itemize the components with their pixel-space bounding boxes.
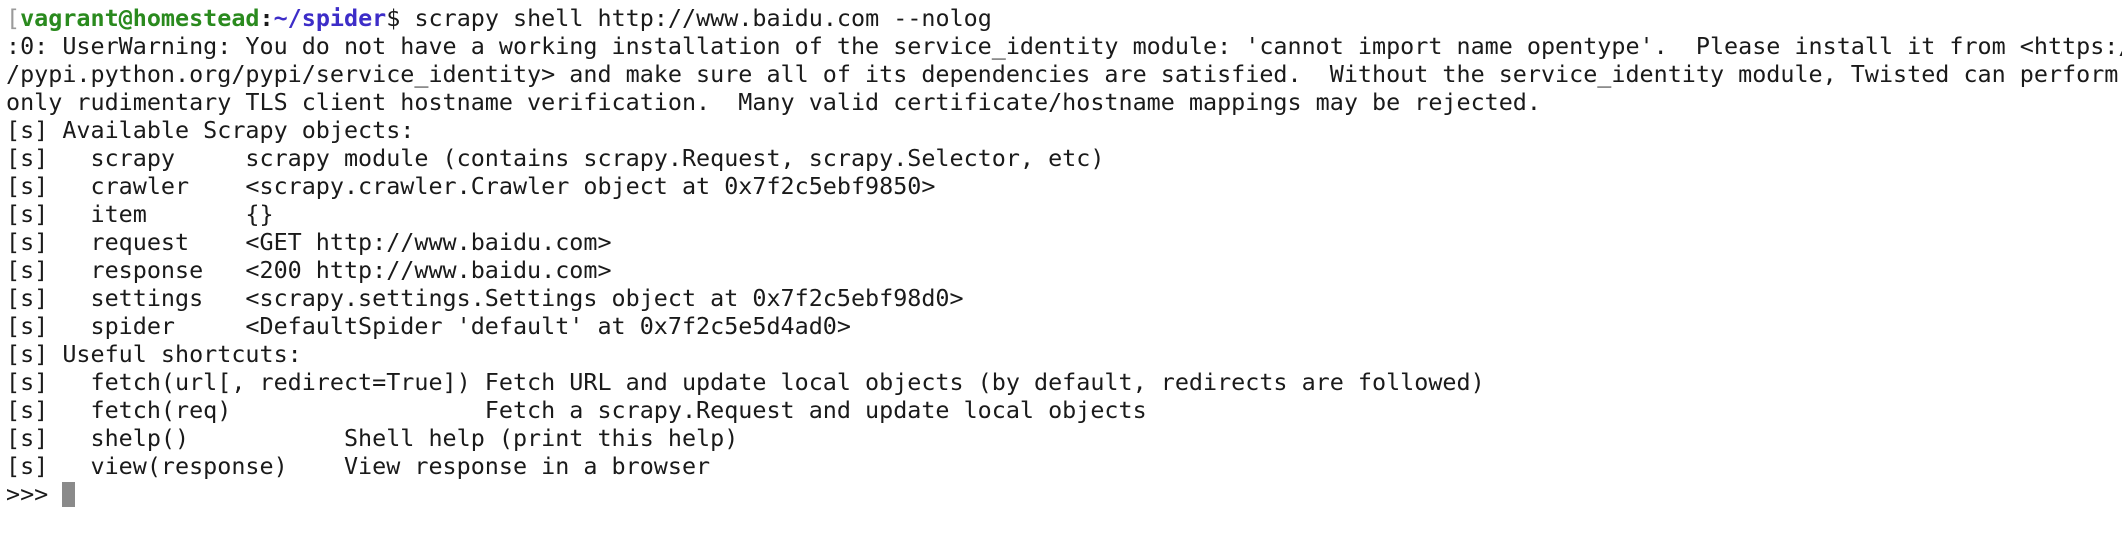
output-line-fetch-req: [s] fetch(req) Fetch a scrapy.Request an… xyxy=(6,396,1147,424)
output-line-view: [s] view(response) View response in a br… xyxy=(6,452,711,480)
output-line-response: [s] response <200 http://www.baidu.com> xyxy=(6,256,612,284)
output-line-shortcuts-header: [s] Useful shortcuts: xyxy=(6,340,302,368)
output-line-settings: [s] settings <scrapy.settings.Settings o… xyxy=(6,284,964,312)
output-line-scrapy: [s] scrapy scrapy module (contains scrap… xyxy=(6,144,1105,172)
output-line-warning-1: :0: UserWarning: You do not have a worki… xyxy=(6,32,2122,60)
output-line-fetch-url: [s] fetch(url[, redirect=True]) Fetch UR… xyxy=(6,368,1485,396)
output-line-spider: [s] spider <DefaultSpider 'default' at 0… xyxy=(6,312,851,340)
output-line-objects-header: [s] Available Scrapy objects: xyxy=(6,116,415,144)
terminal-window[interactable]: [vagrant@homestead:~/spider$ scrapy shel… xyxy=(6,4,2122,508)
repl-prompt: >>> xyxy=(6,480,63,508)
shell-command: scrapy shell http://www.baidu.com --nolo… xyxy=(400,4,992,32)
prompt-dollar: $ xyxy=(386,4,401,32)
output-line-request: [s] request <GET http://www.baidu.com> xyxy=(6,228,612,256)
output-line-crawler: [s] crawler <scrapy.crawler.Crawler obje… xyxy=(6,172,936,200)
prompt-path: ~/spider xyxy=(273,4,387,32)
prompt-separator: : xyxy=(259,4,274,32)
prompt-user-host: vagrant@homestead xyxy=(20,4,260,32)
output-line-shelp: [s] shelp() Shell help (print this help) xyxy=(6,424,739,452)
output-line-warning-2: /pypi.python.org/pypi/service_identity> … xyxy=(6,60,2119,88)
prompt-bracket: [ xyxy=(6,4,21,32)
shell-prompt-line: [vagrant@homestead:~/spider$ scrapy shel… xyxy=(6,4,2116,32)
repl-input-line[interactable]: >>> xyxy=(6,480,2116,508)
output-line-item: [s] item {} xyxy=(6,200,274,228)
output-line-warning-3: only rudimentary TLS client hostname ver… xyxy=(6,88,1541,116)
text-cursor[interactable] xyxy=(62,482,76,507)
